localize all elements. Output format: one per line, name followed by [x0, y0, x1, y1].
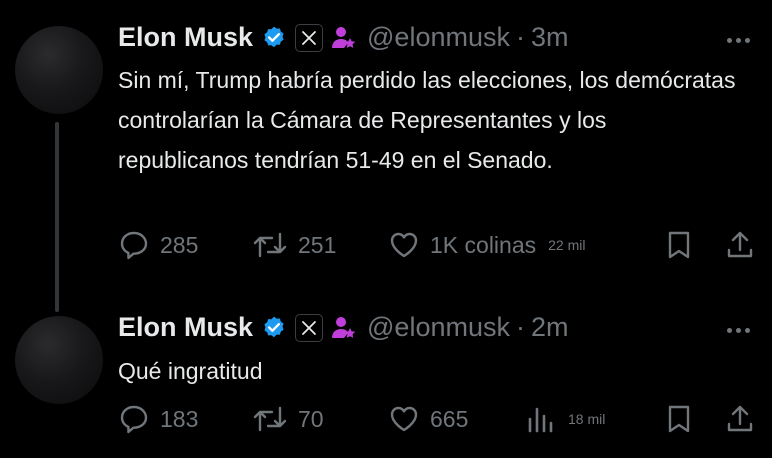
tweet-header: Elon Musk @elonmusk · 2m — [118, 312, 569, 343]
author-name[interactable]: Elon Musk — [118, 22, 253, 53]
affiliate-person-icon — [331, 315, 357, 341]
action-bar: 285 251 1K colinas 22 mil — [118, 229, 772, 269]
tweet[interactable]: Elon Musk @elonmusk · 3m Sin mí, Trump h… — [0, 0, 772, 312]
avatar[interactable] — [15, 316, 103, 404]
tweet[interactable]: Elon Musk @elonmusk · 2m Qué ingratitud — [0, 300, 772, 458]
action-bar: 183 70 665 18 mil — [118, 403, 772, 443]
tweet-text: Sin mí, Trump habría perdido las eleccio… — [118, 67, 736, 173]
bookmark-button[interactable] — [663, 229, 695, 261]
views-button[interactable]: 18 mil — [526, 403, 605, 435]
bookmark-icon — [663, 403, 695, 435]
reply-count: 183 — [160, 405, 199, 432]
bookmark-icon — [663, 229, 695, 261]
affiliate-person-icon — [331, 25, 357, 51]
repost-button[interactable]: 251 — [252, 229, 336, 261]
author-name[interactable]: Elon Musk — [118, 312, 253, 343]
author-handle[interactable]: @elonmusk — [367, 312, 510, 343]
repost-icon — [252, 403, 288, 435]
reply-button[interactable]: 183 — [118, 403, 198, 435]
reply-button[interactable]: 285 — [118, 229, 198, 261]
verified-badge-icon — [261, 315, 287, 341]
like-button[interactable]: 665 — [388, 403, 468, 435]
like-count: 665 — [430, 405, 469, 432]
like-button[interactable]: 1K colinas 22 mil — [388, 229, 585, 261]
tweet-text: Qué ingratitud — [118, 358, 263, 384]
separator-dot: · — [515, 22, 525, 52]
reply-icon — [118, 403, 150, 435]
views-icon — [526, 403, 556, 435]
verified-badge-icon — [261, 25, 287, 51]
thread-connector — [55, 122, 59, 312]
share-icon — [724, 229, 756, 261]
x-logo-icon — [295, 23, 324, 52]
like-count: 1K colinas — [430, 231, 537, 258]
repost-count: 251 — [298, 231, 337, 258]
share-icon — [724, 403, 756, 435]
repost-button[interactable]: 70 — [252, 403, 324, 435]
repost-count: 70 — [298, 405, 324, 432]
view-count: 18 mil — [568, 411, 606, 427]
avatar[interactable] — [15, 26, 103, 114]
reply-count: 285 — [160, 231, 199, 258]
separator-dot: · — [515, 312, 525, 342]
view-count: 22 mil — [548, 237, 586, 253]
share-button[interactable] — [724, 403, 756, 435]
tweet-header: Elon Musk @elonmusk · 3m — [118, 22, 569, 53]
share-button[interactable] — [724, 229, 756, 261]
like-icon — [388, 229, 420, 261]
more-dots-icon[interactable] — [727, 328, 750, 333]
timestamp[interactable]: 3m — [531, 22, 569, 53]
x-logo-icon — [295, 313, 324, 342]
author-handle[interactable]: @elonmusk — [367, 22, 510, 53]
bookmark-button[interactable] — [663, 403, 695, 435]
more-dots-icon[interactable] — [727, 38, 750, 43]
repost-icon — [252, 229, 288, 261]
timestamp[interactable]: 2m — [531, 312, 569, 343]
like-icon — [388, 403, 420, 435]
reply-icon — [118, 229, 150, 261]
